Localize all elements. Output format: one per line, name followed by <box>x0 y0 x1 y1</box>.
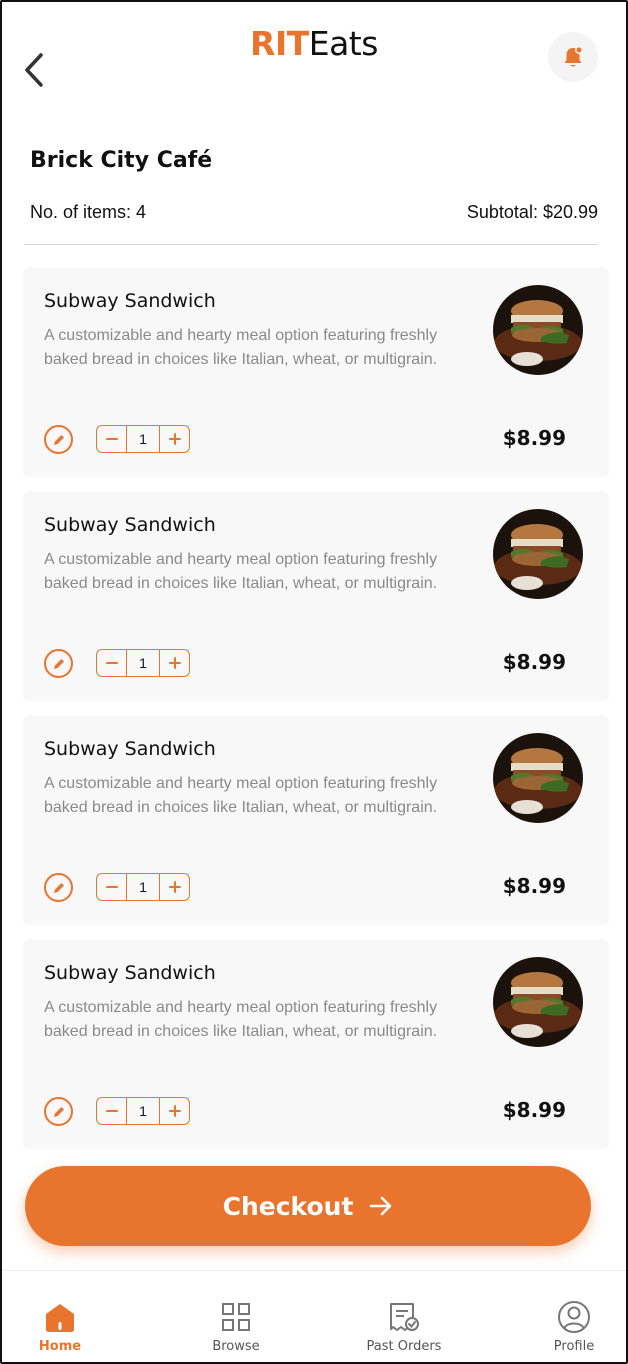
quantity-stepper: 1 <box>96 425 190 453</box>
brand-accent: RIT <box>250 24 309 63</box>
nav-profile-label: Profile <box>553 1339 595 1354</box>
quantity-value: 1 <box>126 650 160 676</box>
user-icon <box>558 1301 590 1333</box>
items-count: No. of items: 4 <box>30 202 147 222</box>
quantity-stepper: 1 <box>96 649 190 677</box>
grid-icon <box>222 1303 250 1331</box>
item-image <box>493 285 583 375</box>
quantity-stepper: 1 <box>96 1097 190 1125</box>
home-icon <box>46 1304 74 1332</box>
item-price: $8.99 <box>502 1098 566 1122</box>
item-name: Subway Sandwich <box>44 290 216 312</box>
item-description: A customizable and hearty meal option fe… <box>44 775 438 816</box>
decrease-quantity-button[interactable] <box>97 1098 126 1124</box>
item-name: Subway Sandwich <box>44 738 216 760</box>
minus-icon <box>105 662 118 664</box>
item-description: A customizable and hearty meal option fe… <box>44 327 438 368</box>
edit-item-button[interactable] <box>44 649 73 678</box>
nav-home-label: Home <box>38 1339 82 1354</box>
nav-home[interactable]: Home <box>10 1299 110 1354</box>
checkout-button[interactable]: Checkout <box>25 1166 591 1246</box>
pencil-icon <box>53 1106 64 1117</box>
cart-item-card: Subway Sandwich A customizable and heart… <box>23 492 609 701</box>
cart-item-card: Subway Sandwich A customizable and heart… <box>23 716 609 925</box>
increase-quantity-button[interactable] <box>160 426 189 452</box>
nav-browse-label: Browse <box>212 1339 260 1354</box>
checkout-label: Checkout <box>222 1191 354 1221</box>
item-image <box>493 957 583 1047</box>
notification-button[interactable] <box>548 32 598 82</box>
nav-past-orders-label: Past Orders <box>366 1339 442 1354</box>
item-image <box>493 509 583 599</box>
bell-icon <box>564 46 583 67</box>
plus-icon <box>168 1105 181 1117</box>
quantity-value: 1 <box>126 426 160 452</box>
brand-rest: Eats <box>308 24 379 63</box>
cart-list: Subway Sandwich A customizable and heart… <box>23 268 609 1164</box>
nav-browse[interactable]: Browse <box>186 1299 286 1354</box>
item-name: Subway Sandwich <box>44 962 216 984</box>
item-name: Subway Sandwich <box>44 514 216 536</box>
receipt-icon <box>390 1303 419 1331</box>
quantity-stepper: 1 <box>96 873 190 901</box>
item-price: $8.99 <box>502 874 566 898</box>
pencil-icon <box>53 658 64 669</box>
app-logo: RITEats <box>2 24 626 63</box>
nav-profile[interactable]: Profile <box>524 1299 624 1354</box>
item-description: A customizable and hearty meal option fe… <box>44 551 438 592</box>
bottom-nav: Home Browse Past Orders Profile <box>2 1270 626 1362</box>
increase-quantity-button[interactable] <box>160 874 189 900</box>
nav-past-orders[interactable]: Past Orders <box>354 1299 454 1354</box>
decrease-quantity-button[interactable] <box>97 650 126 676</box>
app-frame: RITEats Brick City Café No. of items: 4 … <box>0 0 628 1364</box>
increase-quantity-button[interactable] <box>160 650 189 676</box>
divider <box>24 244 598 245</box>
plus-icon <box>168 881 181 893</box>
minus-icon <box>105 438 118 440</box>
subtotal: Subtotal: $20.99 <box>466 202 598 222</box>
quantity-value: 1 <box>126 1098 160 1124</box>
quantity-value: 1 <box>126 874 160 900</box>
edit-item-button[interactable] <box>44 873 73 902</box>
cart-item-card: Subway Sandwich A customizable and heart… <box>23 268 609 477</box>
item-image <box>493 733 583 823</box>
plus-icon <box>168 433 181 445</box>
plus-icon <box>168 657 181 669</box>
pencil-icon <box>53 882 64 893</box>
restaurant-name: Brick City Café <box>30 148 213 173</box>
decrease-quantity-button[interactable] <box>97 426 126 452</box>
item-price: $8.99 <box>502 650 566 674</box>
item-description: A customizable and hearty meal option fe… <box>44 999 438 1040</box>
cart-item-card: Subway Sandwich A customizable and heart… <box>23 940 609 1149</box>
order-summary: No. of items: 4 Subtotal: $20.99 <box>30 202 598 223</box>
minus-icon <box>105 886 118 888</box>
minus-icon <box>105 1110 118 1112</box>
increase-quantity-button[interactable] <box>160 1098 189 1124</box>
decrease-quantity-button[interactable] <box>97 874 126 900</box>
arrow-right-icon <box>370 1196 392 1216</box>
edit-item-button[interactable] <box>44 425 73 454</box>
edit-item-button[interactable] <box>44 1097 73 1126</box>
item-price: $8.99 <box>502 426 566 450</box>
pencil-icon <box>53 434 64 445</box>
